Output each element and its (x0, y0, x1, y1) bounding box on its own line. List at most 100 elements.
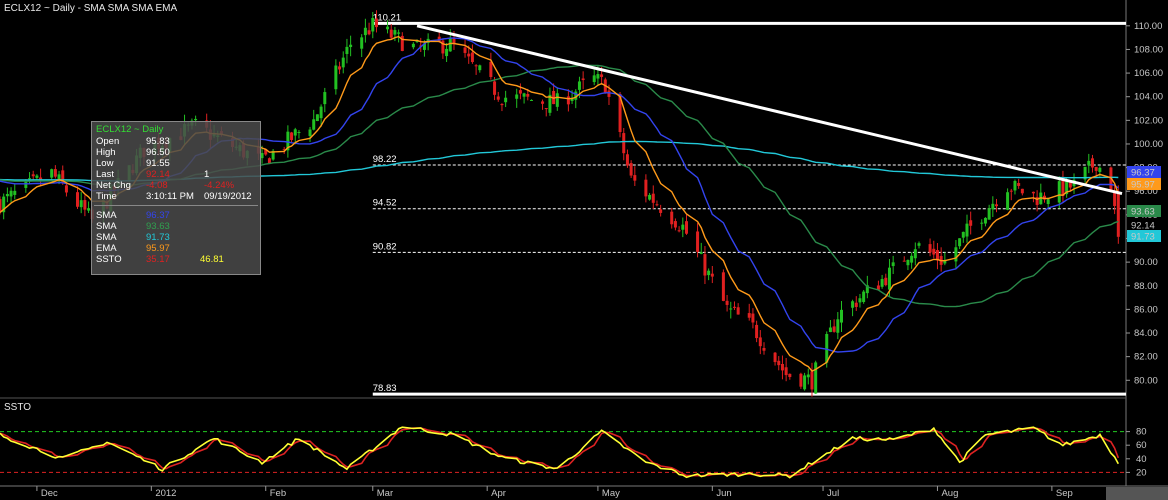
candle-body (803, 375, 807, 390)
candle-body (349, 44, 353, 48)
price-tick-label: 82.00 (1134, 352, 1158, 363)
candle-body (747, 313, 751, 318)
candle-body (1009, 190, 1013, 192)
candle-body (577, 81, 581, 90)
sma1-value: 96.37 (146, 210, 170, 221)
candle-body (445, 48, 449, 57)
candle-body (1094, 166, 1098, 171)
netchg-value: -4.08 (146, 180, 168, 191)
candle-body (1017, 183, 1021, 186)
candle-body (319, 106, 323, 119)
candle-body (386, 26, 390, 30)
ssto-d-value: 46.81 (200, 254, 224, 265)
candle-body (504, 97, 508, 103)
candle-body (913, 249, 917, 259)
candle-body (644, 179, 648, 197)
date-tick-label: May (602, 488, 620, 499)
candle-body (751, 313, 755, 323)
time-value: 3:10:11 PM (146, 191, 194, 202)
date-tick-label: Feb (270, 488, 286, 499)
candle-body (670, 211, 674, 225)
candle-body (854, 302, 858, 307)
candle-body (862, 291, 866, 303)
candle-body (500, 103, 504, 106)
candle-body (969, 220, 973, 226)
candle-body (338, 66, 342, 70)
candle-body (825, 334, 829, 363)
ssto-label: SSTO (96, 254, 122, 265)
candle-body (880, 279, 884, 287)
candle-body (5, 194, 9, 197)
candle-body (648, 194, 652, 200)
candle-body (389, 29, 393, 38)
candle-body (736, 307, 740, 315)
candle-body (544, 108, 548, 110)
candle-body (902, 260, 906, 262)
candle-body (50, 169, 54, 178)
candle-body (323, 92, 327, 105)
candle-body (721, 272, 725, 301)
candle-body (87, 208, 91, 211)
candle-body (1006, 192, 1010, 210)
price-badge-label: 95.97 (1131, 180, 1155, 191)
ema-label: EMA (96, 243, 117, 254)
candle-body (541, 101, 545, 104)
candle-body (814, 362, 818, 394)
candle-body (887, 267, 891, 290)
candle-body (478, 65, 482, 71)
candle-body (935, 250, 939, 261)
candle-body (515, 94, 519, 99)
level-label: 94.52 (373, 198, 397, 209)
candle-body (581, 78, 585, 81)
price-tick-label: 110.00 (1134, 21, 1162, 32)
candle-body (828, 327, 832, 333)
candle-body (315, 114, 319, 122)
candle-body (983, 217, 987, 224)
candle-body (79, 200, 83, 208)
candle-body (780, 363, 784, 371)
price-tick-label: 90.00 (1134, 257, 1158, 268)
candle-body (758, 337, 762, 347)
sma1-label: SMA (96, 210, 117, 221)
candle-body (725, 300, 729, 305)
candle-body (1031, 191, 1035, 194)
price-tick-label: 80.00 (1134, 375, 1158, 386)
candle-body (696, 231, 700, 252)
candle-body (607, 90, 611, 97)
candle-body (596, 74, 600, 79)
candle-body (684, 221, 688, 234)
candle-body (917, 243, 921, 246)
candle-body (566, 96, 570, 105)
candle-body (334, 65, 338, 90)
low-value: 91.55 (146, 158, 170, 169)
candle-body (851, 301, 855, 308)
candle-body (341, 57, 345, 68)
date-tick-label: Jun (716, 488, 731, 499)
candle-body (397, 32, 401, 34)
candle-body (961, 231, 965, 238)
candle-body (290, 132, 294, 141)
price-badge-label: 92.14 (1131, 221, 1155, 232)
candle-body (393, 30, 397, 35)
candle-body (995, 204, 999, 207)
date-tick-label: 2012 (155, 488, 176, 499)
ssto-tick-label: 20 (1136, 467, 1147, 478)
candle-body (374, 18, 378, 28)
candle-body (980, 222, 984, 224)
candle-body (35, 175, 39, 178)
candle-body (806, 374, 810, 378)
data-window-header: ECLX12 ~ Daily (96, 124, 164, 135)
ema-value: 95.97 (146, 243, 170, 254)
candle-body (1013, 180, 1017, 191)
candle-body (810, 371, 814, 390)
price-tick-label: 108.00 (1134, 44, 1163, 55)
candle-body (655, 204, 659, 206)
date-tick-label: Jul (827, 488, 839, 499)
candle-body (699, 252, 703, 254)
candle-body (784, 367, 788, 376)
candle-body (681, 224, 685, 230)
price-badge-label: 91.73 (1131, 232, 1155, 243)
price-tick-label: 102.00 (1134, 115, 1163, 126)
candle-body (529, 99, 533, 101)
candle-body (64, 185, 68, 193)
